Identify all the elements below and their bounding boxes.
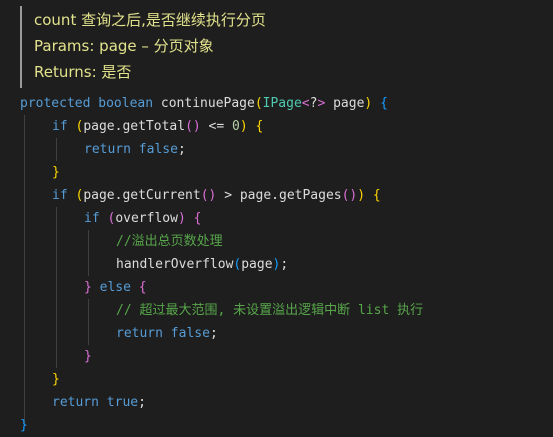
- keyword: if: [52, 119, 68, 134]
- code-line: }: [0, 414, 553, 437]
- number-literal: 0: [232, 119, 240, 134]
- bracket: }: [52, 165, 60, 180]
- code-line: protected boolean continuePage(IPage<?> …: [0, 92, 553, 115]
- bracket: {: [372, 188, 381, 203]
- bracket: (: [254, 96, 263, 111]
- keyword: if: [84, 211, 100, 226]
- bracket: ): [239, 119, 248, 134]
- bracket: {: [193, 211, 202, 226]
- code-line: }: [0, 161, 553, 184]
- operator: >: [224, 188, 233, 203]
- code-line: handlerOverflow(page);: [0, 253, 553, 276]
- bracket: <: [301, 96, 310, 111]
- keyword: protected: [20, 96, 91, 111]
- bracket: {: [255, 119, 264, 134]
- bracket: (): [341, 188, 358, 203]
- bracket: }: [84, 349, 92, 364]
- bracket: (): [185, 119, 201, 134]
- bracket: ): [177, 211, 186, 226]
- code-line: //溢出总页数处理: [0, 230, 553, 253]
- argument: page: [241, 257, 273, 272]
- comment: // 超过最大范围, 未设置溢出逻辑中断 list 执行: [116, 303, 424, 318]
- call-expr: page.getCurrent: [83, 188, 201, 203]
- call-expr: page.getTotal: [83, 119, 186, 134]
- bracket: (): [200, 188, 217, 203]
- code-line: if (overflow) {: [0, 207, 553, 230]
- keyword: else: [99, 280, 131, 295]
- code-line: return false;: [0, 138, 553, 161]
- doc-description: count 查询之后,是否继续执行分页: [34, 11, 266, 29]
- semicolon: ;: [138, 395, 146, 410]
- code-line: }: [0, 345, 553, 368]
- semicolon: ;: [209, 326, 218, 341]
- bracket: }: [20, 418, 28, 433]
- code-line: } else {: [0, 276, 553, 299]
- bracket: ): [364, 96, 373, 111]
- identifier: overflow: [115, 211, 178, 226]
- method-call: handlerOverflow: [116, 257, 234, 272]
- bracket: }: [84, 280, 92, 295]
- keyword: if: [52, 188, 68, 203]
- keyword: return: [52, 395, 99, 410]
- code-line: return false;: [0, 322, 553, 345]
- code-line: // 超过最大范围, 未设置溢出逻辑中断 list 执行: [0, 299, 553, 322]
- type-name: IPage: [262, 96, 302, 111]
- keyword: false: [138, 142, 178, 157]
- doc-params: Params: page – 分页对象: [34, 37, 214, 55]
- keyword: boolean: [98, 96, 154, 111]
- bracket: ): [357, 188, 366, 203]
- keyword: return: [84, 142, 131, 157]
- keyword: return: [116, 326, 163, 341]
- param-name: page: [325, 96, 365, 111]
- keyword: true: [106, 395, 139, 410]
- code-editor[interactable]: protected boolean continuePage(IPage<?> …: [0, 92, 553, 435]
- bracket: {: [380, 96, 388, 111]
- operator: <=: [208, 119, 225, 134]
- code-line: if (page.getCurrent() > page.getPages())…: [0, 184, 553, 207]
- code-line: return true;: [0, 391, 553, 414]
- keyword: false: [170, 326, 210, 341]
- semicolon: ;: [177, 142, 186, 157]
- doc-returns: Returns: 是否: [34, 63, 132, 81]
- method-name: continuePage: [160, 96, 255, 111]
- bracket: }: [52, 372, 60, 387]
- comment: //溢出总页数处理: [116, 234, 223, 249]
- semicolon: ;: [280, 257, 289, 272]
- bracket: {: [138, 280, 147, 295]
- javadoc-tooltip: count 查询之后,是否继续执行分页 Params: page – 分页对象 …: [20, 6, 552, 88]
- call-expr: page.getPages: [239, 188, 342, 203]
- code-line: }: [0, 368, 553, 391]
- code-line: if (page.getTotal() <= 0) {: [0, 115, 553, 138]
